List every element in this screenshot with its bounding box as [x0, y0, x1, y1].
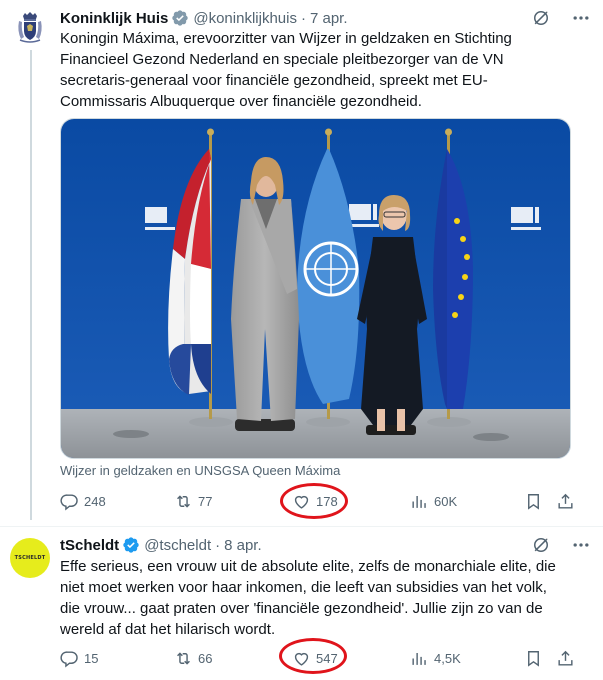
- tweet-text-line: wereld af dat het hilarisch wordt.: [60, 621, 276, 638]
- tweet-photo[interactable]: [60, 118, 571, 459]
- author-handle[interactable]: @tscheldt: [144, 537, 211, 554]
- repost-count: 77: [198, 493, 213, 509]
- reply-icon: [60, 650, 78, 667]
- repost-icon: [177, 494, 190, 508]
- repost-count: 66: [198, 650, 213, 666]
- views-button[interactable]: 4,5K: [410, 648, 461, 668]
- share-button[interactable]: [556, 491, 575, 511]
- views-button[interactable]: 60K: [410, 491, 457, 511]
- bookmark-button[interactable]: [524, 648, 543, 668]
- views-chart-icon: [412, 495, 426, 508]
- reply-icon: [60, 493, 78, 510]
- tweet-text-line: die vrouw... gaat praten over 'financiël…: [60, 600, 543, 617]
- reply-count: 15: [84, 650, 99, 666]
- grok-icon[interactable]: [531, 8, 551, 28]
- royal-coat-of-arms-icon: [10, 7, 50, 47]
- repost-icon: [177, 651, 190, 665]
- author-name[interactable]: tScheldt: [60, 537, 119, 554]
- like-highlight-circle: [279, 638, 347, 674]
- grok-icon[interactable]: [531, 535, 551, 555]
- repost-button[interactable]: 66: [174, 648, 212, 668]
- views-count: 4,5K: [434, 650, 461, 666]
- separator-dot: ·: [300, 9, 306, 27]
- tweet-text-line: niet moet werken voor haar inkomen, die …: [60, 579, 547, 596]
- tweet-text-line: Commissaris Albuquerque over financiële …: [60, 93, 422, 110]
- avatar-tscheldt[interactable]: TSCHELDT: [10, 538, 50, 578]
- tweet-text-line: Koningin Máxima, erevoorzitter van Wijze…: [60, 30, 512, 47]
- separator-dot: ·: [215, 536, 221, 554]
- views-count: 60K: [434, 493, 458, 509]
- tweet-text-line: secretaris-generaal voor financiële gezo…: [60, 72, 488, 89]
- like-highlight-circle: [280, 483, 348, 519]
- share-icon: [558, 493, 573, 509]
- tweet-text-line: Effe serieus, een vrouw uit de absolute …: [60, 558, 556, 575]
- reply-button[interactable]: 248: [60, 491, 106, 511]
- tweet-header: tScheldt @tscheldt · 8 apr.: [60, 535, 262, 555]
- verified-badge-blue-icon[interactable]: [122, 536, 140, 554]
- author-handle[interactable]: @koninklijkhuis: [193, 10, 297, 27]
- share-icon: [558, 650, 573, 666]
- avatar-koninklijkhuis[interactable]: [10, 7, 50, 47]
- repost-button[interactable]: 77: [174, 491, 212, 511]
- verified-badge-gray-icon[interactable]: [171, 9, 189, 27]
- tweet-text: Effe serieus, een vrouw uit de absolute …: [60, 556, 590, 640]
- more-options-icon[interactable]: [571, 8, 591, 28]
- avatar-logo-text: TSCHELDT: [14, 555, 46, 561]
- reply-count: 248: [84, 493, 106, 509]
- photo-image: [61, 119, 570, 458]
- bookmark-icon: [528, 493, 539, 510]
- tweet-koninklijkhuis[interactable]: Koninklijk Huis @koninklijkhuis · 7 apr.…: [0, 0, 603, 527]
- bookmark-icon: [528, 650, 539, 667]
- more-options-icon[interactable]: [571, 535, 591, 555]
- tweet-date[interactable]: 8 apr.: [224, 537, 262, 554]
- author-name[interactable]: Koninklijk Huis: [60, 10, 168, 27]
- tweet-tscheldt[interactable]: TSCHELDT tScheldt @tscheldt · 8 apr. Eff…: [0, 527, 603, 680]
- tweet-date[interactable]: 7 apr.: [310, 10, 348, 27]
- reply-button[interactable]: 15: [60, 648, 98, 668]
- photo-caption: Wijzer in geldzaken en UNSGSA Queen Máxi…: [60, 463, 341, 478]
- thread-line: [30, 50, 32, 520]
- share-button[interactable]: [556, 648, 575, 668]
- bookmark-button[interactable]: [524, 491, 543, 511]
- tweet-text-line: Financieel Gezond Nederland en speciale …: [60, 51, 504, 68]
- views-chart-icon: [412, 652, 426, 665]
- tweet-header: Koninklijk Huis @koninklijkhuis · 7 apr.: [60, 8, 348, 28]
- tweet-text: Koningin Máxima, erevoorzitter van Wijze…: [60, 28, 590, 112]
